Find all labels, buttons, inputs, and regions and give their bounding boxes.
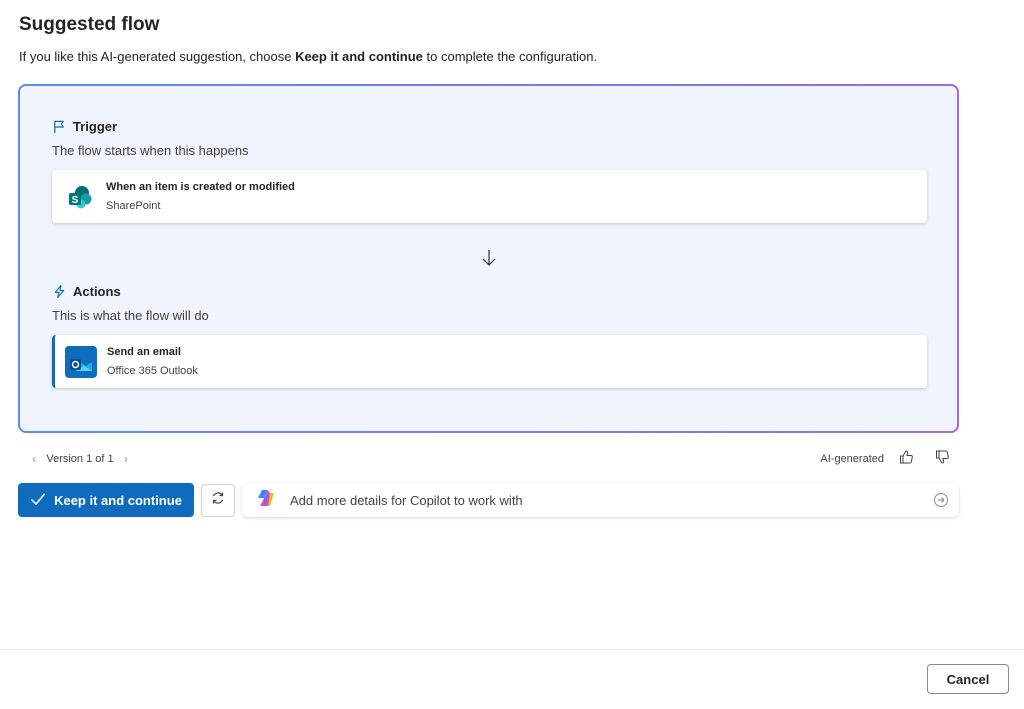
suggested-flow-card-body: Trigger The flow starts when this happen… [20,86,957,431]
cancel-button[interactable]: Cancel [927,664,1009,694]
lightning-icon [52,284,67,299]
keep-button-label: Keep it and continue [54,492,182,508]
arrow-down-icon [480,248,498,273]
trigger-header: Trigger [52,119,117,134]
trigger-step-text: When an item is created or modified Shar… [106,181,295,212]
trigger-heading: Trigger [73,119,118,134]
thumbs-up-icon[interactable] [898,449,914,468]
subtitle-suffix: to complete the configuration. [422,49,598,64]
action-step-title: Send an email [107,346,181,358]
actions-heading: Actions [73,284,121,299]
version-label: Version 1 of 1 [46,452,114,465]
trigger-description: The flow starts when this happens [52,143,249,158]
trigger-step-title: When an item is created or modified [106,181,295,193]
keep-it-and-continue-button[interactable]: Keep it and continue [18,483,194,517]
subtitle-bold: Keep it and continue [295,49,423,64]
copilot-icon [256,488,276,513]
copilot-placeholder: Add more details for Copilot to work wit… [290,492,523,508]
svg-text:S: S [72,195,79,206]
trigger-step-card[interactable]: S When an item is created or modified Sh… [52,170,927,223]
version-navigator: ‹ Version 1 of 1 › [32,451,128,466]
footer-divider [0,649,1024,650]
sharepoint-icon: S [64,181,96,213]
chevron-left-icon[interactable]: ‹ [32,451,36,466]
action-step-connector: Office 365 Outlook [107,365,198,377]
send-icon[interactable] [933,492,949,513]
subtitle-prefix: If you like this AI-generated suggestion… [19,49,296,64]
page-title: Suggested flow [19,14,160,35]
action-step-text: Send an email Office 365 Outlook [107,346,198,377]
actions-header: Actions [52,284,121,299]
regenerate-button[interactable] [201,484,235,517]
suggested-flow-card: Trigger The flow starts when this happen… [18,84,959,433]
copilot-input[interactable]: Add more details for Copilot to work wit… [242,483,959,517]
ai-feedback: AI-generated [820,449,950,468]
chevron-right-icon[interactable]: › [124,451,128,466]
checkmark-icon [30,492,46,509]
refresh-icon [210,490,226,511]
thumbs-down-icon[interactable] [934,449,950,468]
actions-description: This is what the flow will do [52,308,209,323]
trigger-step-connector: SharePoint [106,200,161,212]
outlook-icon [65,345,97,378]
action-step-card[interactable]: Send an email Office 365 Outlook [52,335,927,388]
page-subtitle: If you like this AI-generated suggestion… [19,49,597,64]
flag-icon [52,119,67,134]
ai-generated-label: AI-generated [820,452,884,465]
